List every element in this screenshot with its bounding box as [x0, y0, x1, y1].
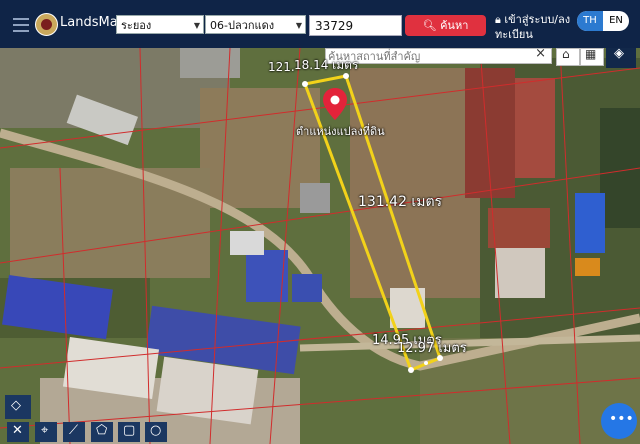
measure-top: 18.14 เมตร — [294, 58, 359, 72]
home-button[interactable]: ⌂ — [556, 48, 580, 66]
lang-en-button[interactable]: EN — [603, 11, 629, 31]
map-imagery — [0, 48, 640, 444]
chevron-down-icon: ▼ — [295, 21, 302, 30]
tool-square[interactable]: ▢ — [118, 422, 140, 442]
tool-location[interactable]: ⌖ — [35, 422, 57, 442]
logo-icon — [35, 13, 58, 36]
measure-top-left: 121. — [268, 60, 295, 74]
measure-tool-button[interactable]: ◇ — [5, 395, 31, 419]
hamburger-icon[interactable] — [13, 14, 29, 32]
search-button[interactable]: 🔍︎ ค้นหา — [405, 15, 486, 36]
login-line-1: เข้าสู่ระบบ/ลง — [504, 13, 571, 26]
tool-line[interactable]: ⟋ — [63, 422, 85, 442]
district-value: 06-ปลวกแดง — [210, 19, 275, 32]
satellite-map[interactable]: ค้นหาสถานที่สำคัญ × ⌂ ▦ ◈ ตำแหน่งแปลงที่… — [0, 48, 640, 444]
grid-icon: ▦ — [585, 48, 597, 61]
tool-cut[interactable]: ✕ — [7, 422, 29, 442]
layers-icon: ◈ — [614, 48, 624, 61]
place-search-bar[interactable]: ค้นหาสถานที่สำคัญ × — [325, 48, 552, 64]
language-toggle: TH EN — [577, 11, 629, 31]
home-icon: ⌂ — [562, 48, 570, 61]
user-lock-icon: 🔒︎ — [495, 13, 501, 26]
cut-icon: ✕ — [12, 423, 23, 438]
more-icon: ••• — [609, 411, 634, 427]
search-button-label: ค้นหา — [440, 19, 469, 32]
more-button[interactable]: ••• — [601, 403, 637, 439]
login-link[interactable]: 🔒︎ เข้าสู่ระบบ/ลง ทะเบียน — [495, 12, 570, 42]
line-icon: ⟋ — [69, 423, 79, 438]
tool-circle[interactable]: ○ — [145, 422, 167, 442]
map-pin-icon[interactable] — [323, 88, 347, 124]
clear-icon[interactable]: × — [535, 48, 546, 61]
location-icon: ⌖ — [41, 423, 49, 438]
parcel-number-input[interactable]: 33729 — [309, 15, 402, 36]
layers-button[interactable]: ◈ — [606, 48, 636, 68]
grid-button[interactable]: ▦ — [580, 48, 604, 66]
polygon-icon: ⬠ — [96, 423, 108, 438]
top-bar: LandsMaps ระยอง ▼ 06-ปลวกแดง ▼ 33729 🔍︎ ค้… — [0, 0, 640, 48]
chevron-down-icon: ▼ — [193, 21, 200, 30]
login-line-2: ทะเบียน — [495, 28, 533, 41]
province-value: ระยอง — [121, 19, 152, 32]
measure-side: 131.42 เมตร — [358, 194, 443, 210]
tool-polygon[interactable]: ⬠ — [91, 422, 113, 442]
province-select[interactable]: ระยอง ▼ — [116, 15, 204, 34]
measure-icon: ◇ — [11, 398, 21, 413]
circle-icon: ○ — [150, 423, 162, 438]
square-icon: ▢ — [123, 423, 136, 438]
measure-bottom-2: 12.97 เมตร — [397, 341, 467, 356]
district-select[interactable]: 06-ปลวกแดง ▼ — [205, 15, 306, 34]
lang-th-button[interactable]: TH — [577, 11, 603, 31]
marker-label: ตำแหน่งแปลงที่ดิน — [296, 125, 385, 138]
search-icon: 🔍︎ — [422, 19, 437, 32]
